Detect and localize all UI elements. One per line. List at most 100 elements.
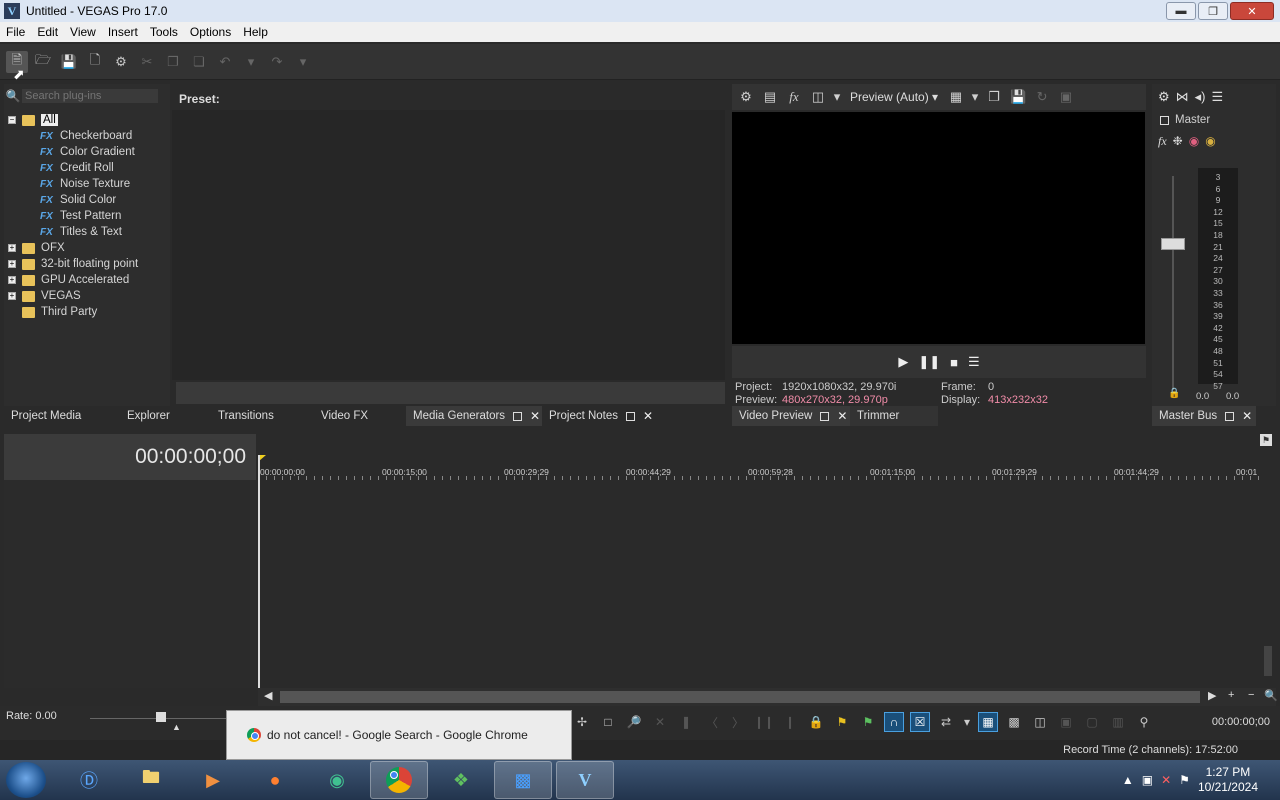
tab-master-bus[interactable]: Master Bus ✕ [1152, 406, 1256, 426]
taskbar-clock[interactable]: 1:27 PM 10/21/2024 [1198, 765, 1258, 795]
internet-explorer-icon[interactable]: Ⓓ [60, 761, 118, 799]
split-icon[interactable]: ❙❙ [754, 712, 774, 732]
markers-tool-icon[interactable]: ◫ [1030, 712, 1050, 732]
master-fx-icon[interactable]: fx [1158, 134, 1167, 149]
save-snapshot-icon[interactable]: 💾 [1008, 89, 1028, 105]
playhead-marker[interactable] [259, 455, 266, 461]
menu-insert[interactable]: Insert [102, 25, 144, 39]
expand-toggle-icon[interactable]: + [8, 292, 16, 300]
menu-file[interactable]: File [0, 25, 31, 39]
overlays-grid-icon[interactable]: ▦ [946, 89, 966, 105]
tab-video-preview[interactable]: Video Preview ✕ [732, 406, 850, 426]
snapping-icon[interactable]: ∩ [884, 712, 904, 732]
master-effects-gear-icon[interactable]: ❉ [1173, 134, 1183, 149]
tab-project-notes[interactable]: Project Notes ✕ [542, 406, 653, 426]
preview-properties-gear-icon[interactable]: ⚙ [736, 89, 756, 105]
close-tab-icon[interactable]: ✕ [643, 409, 653, 423]
file-explorer-icon[interactable]: 🖿 [122, 761, 180, 799]
lock-icon[interactable]: 🔒 [806, 712, 826, 732]
media-player-icon[interactable]: ▶ [184, 761, 242, 799]
plugin-tree-item[interactable]: − All [8, 112, 170, 128]
split-screen-icon[interactable]: ◫ [808, 89, 828, 105]
track-list-area[interactable]: 00:00:00;00 [4, 434, 256, 688]
cursor-time-value[interactable]: 00:00:00;00 [1212, 716, 1270, 728]
tab-video-fx[interactable]: Video FX [314, 406, 368, 426]
master-solo-icon[interactable]: ◉ [1205, 134, 1215, 149]
expand-toggle-icon[interactable]: + [8, 260, 16, 268]
menu-tools[interactable]: Tools [144, 25, 184, 39]
loop-icon[interactable]: ↻ [1032, 89, 1052, 105]
paste-icon[interactable]: ❏ [188, 51, 210, 73]
expand-toggle-icon[interactable]: − [8, 116, 16, 124]
scroll-right-icon[interactable]: ▶ [1208, 689, 1216, 702]
undo-icon[interactable]: ↶ [214, 51, 236, 73]
firefox-icon[interactable]: ● [246, 761, 304, 799]
plugin-tree-item[interactable]: + VEGAS [8, 288, 170, 304]
zoom-out-icon[interactable]: − [1248, 689, 1254, 701]
ripple-dropdown-icon[interactable]: ▾ [962, 712, 972, 732]
tab-trimmer[interactable]: Trimmer [850, 406, 938, 426]
action-center-flag-icon[interactable]: ⚑ [1179, 773, 1190, 787]
close-tab-icon[interactable]: ✕ [1242, 409, 1252, 423]
menu-options[interactable]: Options [184, 25, 237, 39]
timeline-vertical-scrollbar[interactable] [1262, 456, 1274, 686]
save-icon[interactable]: 💾 [58, 51, 80, 73]
timeline-horizontal-scrollbar[interactable]: ◀ ▶ + − 🔍 [258, 688, 1278, 706]
tab-transitions[interactable]: Transitions [211, 406, 274, 426]
start-button[interactable] [6, 762, 46, 798]
plugin-tree-item[interactable]: FX Checkerboard [8, 128, 170, 144]
render-as-icon[interactable]: 🗋 [84, 51, 106, 73]
cursor-position-icon[interactable]: ⚲ [1134, 712, 1154, 732]
pause-icon[interactable]: ❚❚ [918, 354, 940, 370]
play-icon[interactable]: ▶ [898, 354, 908, 370]
plugin-tree-item[interactable]: + OFX [8, 240, 170, 256]
playhead-cursor[interactable] [258, 455, 260, 688]
redo-icon[interactable]: ↷ [266, 51, 288, 73]
auto-crossfade-icon[interactable]: ☒ [910, 712, 930, 732]
stop-icon[interactable]: ■ [950, 355, 958, 370]
master-volume-track[interactable] [1172, 176, 1174, 390]
close-tab-icon[interactable]: ✕ [530, 409, 540, 423]
minimize-button[interactable]: ▬ [1166, 2, 1196, 20]
horizontal-scroll-thumb[interactable] [280, 691, 1200, 703]
app-window-icon[interactable]: ▩ [494, 761, 552, 799]
rate-slider-thumb[interactable] [156, 712, 166, 722]
open-folder-icon[interactable]: 🗁 [32, 51, 54, 73]
close-button[interactable]: ✕ [1230, 2, 1274, 20]
tab-project-media[interactable]: Project Media [4, 406, 81, 426]
plugin-tree-item[interactable]: FX Noise Texture [8, 176, 170, 192]
plugin-tree-item[interactable]: FX Solid Color [8, 192, 170, 208]
timeline-ruler[interactable]: 00:00:00;00 00:00:15;00 00:00:29;29 00:00:4… [258, 434, 1260, 480]
maximize-window-icon[interactable] [626, 411, 636, 421]
zoom-in-icon[interactable]: + [1228, 689, 1234, 701]
volume-muted-icon[interactable]: ✕ [1161, 773, 1171, 787]
undo-dropdown-icon[interactable]: ▾ [240, 51, 262, 73]
search-plugins-input[interactable] [22, 89, 158, 103]
normal-edit-tool-icon[interactable]: ✢ [572, 712, 592, 732]
menu-edit[interactable]: Edit [31, 25, 64, 39]
insert-region-icon[interactable]: ⚑ [858, 712, 878, 732]
split-dropdown-icon[interactable]: ▾ [832, 89, 842, 105]
plugin-tree-item[interactable]: FX Test Pattern [8, 208, 170, 224]
plugin-tree-item[interactable]: FX Credit Roll [8, 160, 170, 176]
ignore-grouping-icon[interactable]: ▩ [1004, 712, 1024, 732]
lock-envelopes-icon[interactable]: ▦ [978, 712, 998, 732]
delete-icon[interactable]: ✕ [650, 712, 670, 732]
trim-icon[interactable]: ✂ [136, 51, 158, 73]
overlays-dropdown-icon[interactable]: ▾ [970, 89, 980, 105]
master-properties-gear-icon[interactable]: ⚙ [1158, 89, 1170, 105]
marker-bar-icon[interactable]: ⚑ [1260, 434, 1272, 446]
scroll-left-icon[interactable]: ◀ [264, 689, 272, 702]
tab-explorer[interactable]: Explorer [120, 406, 170, 426]
plugin-tree-item[interactable]: + GPU Accelerated [8, 272, 170, 288]
zoom-edit-tool-icon[interactable]: 🔎 [624, 712, 644, 732]
selection-edit-tool-icon[interactable]: □ [598, 712, 618, 732]
ripple-edit-icon[interactable]: ⇄ [936, 712, 956, 732]
transport-menu-icon[interactable]: ☰ [968, 354, 980, 370]
master-volume-fader[interactable] [1161, 238, 1185, 250]
taskbar-window-tooltip[interactable]: do not cancel! - Google Search - Google … [226, 710, 572, 760]
tab-media-generators[interactable]: Media Generators ✕ [406, 406, 542, 426]
maximize-window-icon[interactable] [513, 411, 523, 421]
video-preview-screen[interactable] [732, 112, 1145, 344]
mixer-settings-icon[interactable]: ☰ [1212, 89, 1224, 105]
